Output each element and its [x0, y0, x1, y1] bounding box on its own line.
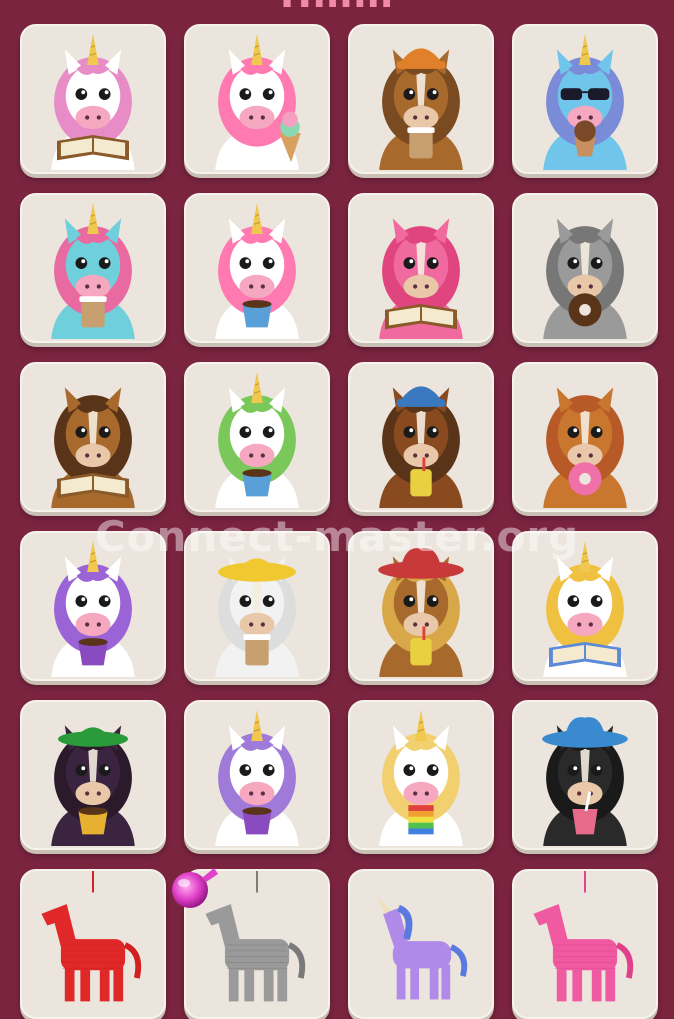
tile-unicorn-lavender-cup[interactable]: [184, 700, 330, 850]
tile-unicorn-reading-book[interactable]: [20, 24, 166, 174]
horse-brown-reading-icon: [51, 387, 135, 508]
tile-horse-beanie-coffee[interactable]: [348, 24, 494, 174]
unicorn-white-teacup-icon: [215, 202, 299, 339]
tile-pinata-red-horse[interactable]: [20, 869, 166, 1019]
unicorn-rainbow-book-icon: [543, 540, 627, 677]
tile-horse-brown-reading[interactable]: [20, 362, 166, 512]
title-fragment: Hmm: [0, 0, 674, 16]
unicorn-blonde-rainbow-drink-icon: [379, 709, 463, 846]
horse-black-cowboy-icon: [542, 717, 628, 846]
tile-horse-blue-beanie[interactable]: [348, 362, 494, 512]
unicorn-reading-book-icon: [51, 33, 135, 170]
tile-grid: [20, 24, 660, 1019]
toy-purple-unicorn-icon: [377, 896, 468, 1000]
horse-cowboy-denim-icon: [378, 548, 464, 677]
tile-toy-purple-unicorn[interactable]: [348, 869, 494, 1019]
tile-horse-dark-green-hat[interactable]: [20, 700, 166, 850]
tile-unicorn-sunglasses-cupcake[interactable]: [512, 24, 658, 174]
tile-pinata-pink-horse[interactable]: [512, 869, 658, 1019]
tile-horse-grey-donut[interactable]: [512, 193, 658, 343]
tile-unicorn-white-teacup[interactable]: [184, 193, 330, 343]
unicorn-rainbow-mane-icon: [215, 371, 299, 508]
tile-unicorn-rainbow-mane[interactable]: [184, 362, 330, 512]
tile-unicorn-blonde-rainbow-drink[interactable]: [348, 700, 494, 850]
unicorn-ice-cream-icon: [215, 33, 301, 170]
pinata-red-horse-icon: [41, 871, 142, 1002]
horse-pink-reading-icon: [379, 218, 463, 339]
horse-blue-beanie-icon: [379, 386, 463, 508]
tile-horse-white-straw-hat[interactable]: [184, 531, 330, 681]
tile-unicorn-ice-cream[interactable]: [184, 24, 330, 174]
tile-horse-pink-reading[interactable]: [348, 193, 494, 343]
horse-chestnut-donut-icon: [543, 387, 627, 508]
unicorn-lavender-cup-icon: [215, 709, 299, 846]
horse-white-straw-hat-icon: [215, 556, 299, 677]
unicorn-teal-coffee-icon: [51, 202, 135, 339]
horse-grey-donut-icon: [543, 218, 627, 339]
horse-dark-green-hat-icon: [51, 725, 135, 846]
tile-unicorn-rainbow-book[interactable]: [512, 531, 658, 681]
tile-horse-chestnut-donut[interactable]: [512, 362, 658, 512]
tile-unicorn-teal-coffee[interactable]: [20, 193, 166, 343]
unicorn-purple-mane-icon: [51, 540, 135, 677]
horse-beanie-coffee-icon: [379, 48, 463, 170]
unicorn-sunglasses-cupcake-icon: [543, 33, 627, 170]
tile-horse-black-cowboy[interactable]: [512, 700, 658, 850]
pink-orb-icon[interactable]: [168, 862, 222, 912]
pinata-pink-horse-icon: [533, 871, 634, 1002]
tile-unicorn-purple-mane[interactable]: [20, 531, 166, 681]
tile-horse-cowboy-denim[interactable]: [348, 531, 494, 681]
